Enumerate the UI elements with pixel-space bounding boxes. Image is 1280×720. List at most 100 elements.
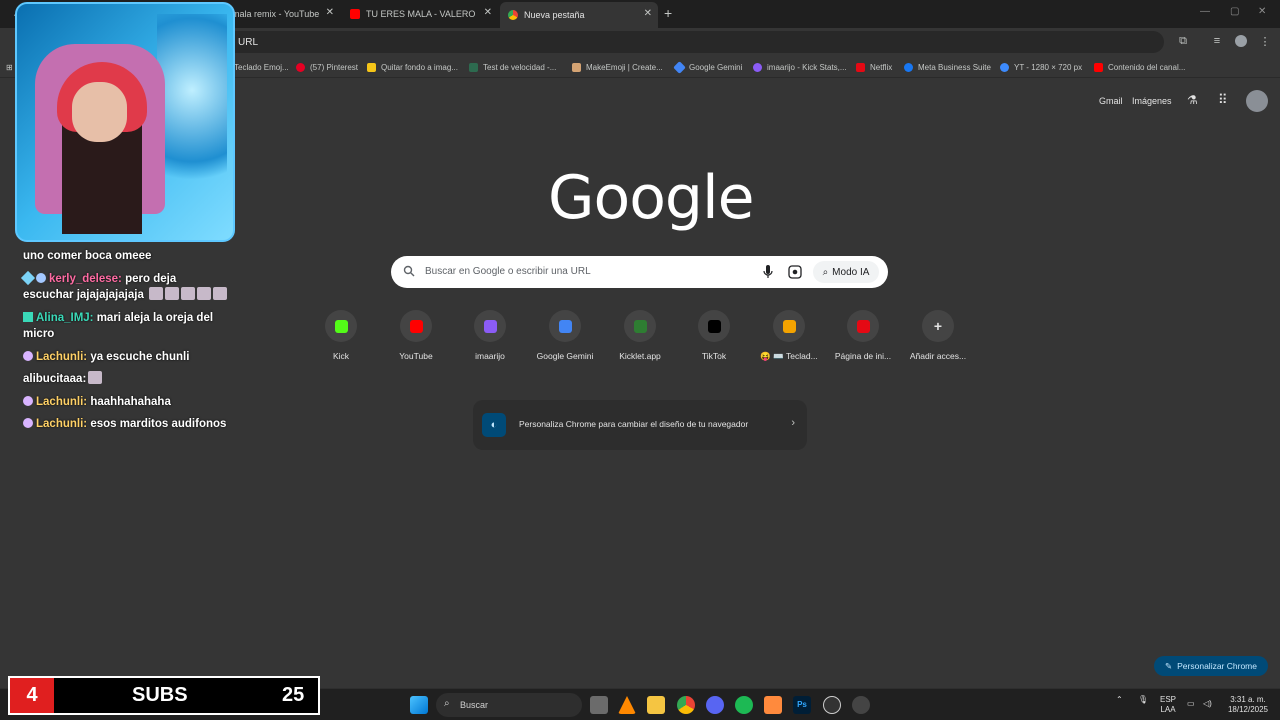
shortcut-label: Añadir acces... [909,351,967,361]
speedtest-icon [469,62,478,72]
google-lens-icon[interactable] [788,265,802,279]
palette-icon: ◐ [482,413,506,437]
microphone-icon[interactable]: 🎙 [1138,695,1148,705]
shortcut-tile[interactable]: Página de ini... [826,310,900,370]
omnibox[interactable]: URL [220,31,1164,53]
minimize-button[interactable]: — [1200,6,1210,17]
bookmark-quitar-fondo[interactable]: Quitar fondo a imag... [367,60,458,74]
taskbar-search-label: Buscar [460,700,489,710]
chevron-up-icon[interactable]: ⌃ [1116,695,1123,705]
images-link[interactable]: Imágenes [1132,96,1172,106]
gmail-link[interactable]: Gmail [1099,96,1123,106]
windows-start-icon[interactable] [410,696,428,714]
bookmark-teclado-emoji[interactable]: Teclado Emoj... [234,60,289,74]
account-avatar[interactable] [1246,90,1268,112]
bookmark-meta-business[interactable]: Meta Business Suite [904,60,991,74]
bookmark-makeemoji[interactable]: MakeEmoji | Create... [572,60,663,74]
bookmark-contenido-canal[interactable]: Contenido del canal... [1094,60,1185,74]
shortcut-tile[interactable]: Kick [304,310,378,370]
bookmark-yt-1280[interactable]: YT - 1280 × 720 px [1000,60,1082,74]
chat-username: alibucitaaa: [23,373,87,385]
chat-text: haahhahahaha [87,395,171,408]
bookmark-label: Quitar fondo a imag... [381,62,458,72]
search-box[interactable]: Buscar en Google o escribir una URL ⌕ Mo… [391,256,888,288]
clock[interactable]: 3:31 a. m. 18/12/2025 [1226,695,1270,715]
emote-icon [197,287,212,300]
window-close-button[interactable]: ✕ [1258,6,1266,17]
close-icon[interactable]: ✕ [644,8,652,19]
profile-avatar[interactable] [1234,35,1248,49]
chat-message: Alina_IMJ: mari aleja la oreja del micro [23,310,228,343]
apps-icon[interactable]: ⊞ [6,60,13,74]
butterfly-badge-icon [23,395,33,406]
taskbar-search[interactable]: ⌕ Buscar [436,693,582,717]
new-tab-button[interactable]: + [664,5,672,21]
chat-text: uno comer boca omeee [23,250,152,262]
menu-icon[interactable]: ⋮ [1258,35,1272,49]
labs-icon[interactable]: ⚗ [1187,93,1198,107]
tab-youtube-tu-eres-mala[interactable]: TU ERES MALA - VALERO, JEEF ✕ [342,4,498,24]
site-favicon-icon [400,310,432,342]
shortcut-label: YouTube [399,351,433,361]
shortcut-tile[interactable]: Kicklet.app [603,310,677,370]
subs-label: SUBS [132,684,188,706]
spotify-icon[interactable] [735,696,753,714]
shortcut-label: Kicklet.app [619,351,661,361]
clock-date: 18/12/2025 [1227,705,1269,714]
extensions-icon[interactable]: ⧉ [1176,35,1190,49]
shortcut-label: Kick [332,351,350,361]
bookmark-netflix[interactable]: Netflix [856,60,892,74]
close-icon[interactable]: ✕ [326,7,334,18]
site-favicon-icon [549,310,581,342]
discord-icon[interactable] [706,696,724,714]
shortcut-label: imaarijo [475,351,505,361]
subs-goal-bar: 4 SUBS 25 [8,676,320,715]
shortcut-tile[interactable]: YouTube [379,310,453,370]
sparkle-search-icon: ⌕ [822,266,829,278]
bookmark-imaarijo[interactable]: imaarijo - Kick Stats,... [753,60,847,74]
customize-chrome-button[interactable]: ✎ Personalizar Chrome [1154,656,1268,676]
tab-youtube-mala-remix[interactable]: mala remix - YouTube ✕ [224,4,340,24]
volume-icon[interactable]: ◁) [1203,699,1212,709]
butterfly-badge-icon [23,418,33,428]
chrome-icon[interactable] [677,696,695,714]
network-icon[interactable]: ▭ [1187,699,1195,709]
site-favicon-icon [624,310,656,342]
maximize-button[interactable]: ▢ [1230,6,1239,17]
tab-nueva-pestana[interactable]: Nueva pestaña ✕ [500,2,658,28]
shortcut-label: Google Gemini [536,351,594,361]
obs-icon[interactable] [823,696,841,714]
omnibox-text: URL [238,36,259,48]
shortcut-tile[interactable]: + Añadir acces... [901,310,975,370]
bookmark-label: Netflix [870,62,893,72]
shortcut-tile[interactable]: 😝 ⌨️ Teclad... [752,310,826,370]
vlc-icon[interactable] [618,696,636,714]
language-indicator[interactable]: ESP LAA [1160,695,1176,715]
google-logo: Google [548,163,755,233]
ai-mode-label: Modo IA [832,266,870,278]
bookmark-label: MakeEmoji | Create... [586,62,663,72]
chat-username: Lachunli: [36,418,88,430]
customize-chrome-banner[interactable]: ◐ Personaliza Chrome para cambiar el dis… [473,400,807,450]
bookmark-pinterest[interactable]: (57) Pinterest [296,60,358,74]
bookmark-google-gemini[interactable]: Google Gemini [673,60,742,74]
bookmark-test-velocidad[interactable]: Test de velocidad -... [469,60,556,74]
makeemoji-icon [572,62,581,72]
tab-title: mala remix - YouTube [232,9,320,19]
bookmark-label: (57) Pinterest [310,62,359,72]
close-icon[interactable]: ✕ [484,7,492,18]
shortcut-tile[interactable]: imaarijo [453,310,527,370]
app-icon[interactable] [852,696,870,714]
shortcut-tile[interactable]: Google Gemini [528,310,602,370]
ai-mode-button[interactable]: ⌕ Modo IA [813,261,879,283]
media-control-icon[interactable]: ≡ [1210,35,1224,49]
gemini-icon [673,60,686,74]
microphone-icon[interactable] [761,264,775,280]
chat-text: ya escuche chunli [87,350,190,363]
apps-grid-icon[interactable]: ⠿ [1218,92,1228,108]
shortcut-tile[interactable]: TikTok [677,310,751,370]
file-explorer-icon[interactable] [647,696,665,714]
ai-app-icon[interactable] [764,696,782,714]
photoshop-icon[interactable]: Ps [793,696,811,714]
task-view-icon[interactable] [590,696,608,714]
